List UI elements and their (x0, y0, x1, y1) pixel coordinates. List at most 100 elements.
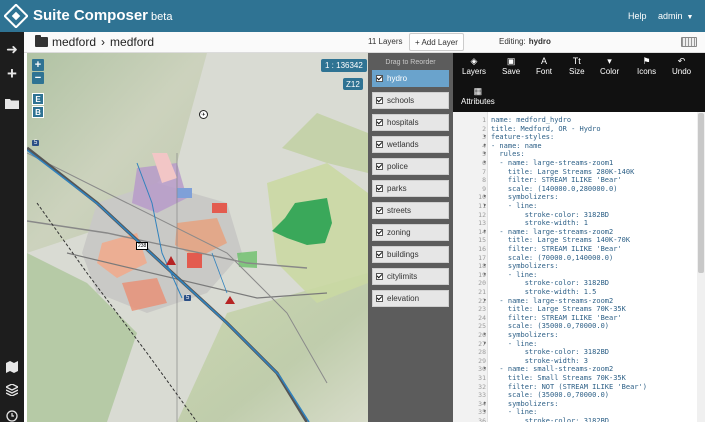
code-line[interactable]: 5 ▾ rules: (453, 150, 705, 159)
fold-toggle-icon[interactable]: ▾ (483, 133, 487, 142)
fold-toggle-icon[interactable]: ▾ (483, 142, 487, 151)
code-line[interactable]: 12 stroke-color: 3182BD (453, 211, 705, 220)
code-line[interactable]: 33 scale: (35000.0,70000.0) (453, 391, 705, 400)
folder-icon[interactable] (4, 95, 20, 111)
layer-item-citylimits[interactable]: citylimits (372, 268, 449, 285)
code-line[interactable]: 35 ▾ - line: (453, 408, 705, 417)
fold-toggle-icon[interactable]: ▾ (483, 408, 487, 417)
code-line[interactable]: 11 ▾ - line: (453, 202, 705, 211)
color-button[interactable]: ▾ Color (600, 57, 619, 77)
fold-toggle-icon[interactable]: ▾ (483, 228, 487, 237)
layer-item-zoning[interactable]: zoning (372, 224, 449, 241)
code-line[interactable]: 2 title: Medford, OR - Hydro (453, 125, 705, 134)
code-line[interactable]: 1 name: medford_hydro (453, 116, 705, 125)
code-line[interactable]: 7 title: Large Streams 280K-140K (453, 168, 705, 177)
fold-toggle-icon[interactable]: ▾ (483, 365, 487, 374)
code-line[interactable]: 29 stroke-width: 3 (453, 357, 705, 366)
checkbox[interactable] (376, 207, 383, 214)
checkbox[interactable] (376, 119, 383, 126)
keyboard-icon[interactable] (681, 37, 697, 47)
checkbox[interactable] (376, 163, 383, 170)
layer-item-streets[interactable]: streets (372, 202, 449, 219)
checkbox[interactable] (376, 97, 383, 104)
fold-toggle-icon[interactable]: ▾ (483, 150, 487, 159)
basemap-button[interactable]: B (32, 106, 44, 118)
checkbox[interactable] (376, 141, 383, 148)
code-line[interactable]: 14 ▾ - name: large-streams-zoom2 (453, 228, 705, 237)
checkbox[interactable] (376, 251, 383, 258)
code-line[interactable]: 31 title: Small Streams 70K-35K (453, 374, 705, 383)
editor-scrollbar[interactable] (697, 112, 705, 422)
code-line[interactable]: 17 scale: (70000.0,140000.0) (453, 254, 705, 263)
fold-toggle-icon[interactable]: ▾ (483, 340, 487, 349)
font-button[interactable]: A Font (536, 57, 552, 77)
code-line[interactable]: 30 ▾ - name: small-streams-zoom2 (453, 365, 705, 374)
layer-item-elevation[interactable]: elevation (372, 290, 449, 307)
breadcrumb-workspace[interactable]: medford (52, 35, 96, 49)
code-line[interactable]: 32 filter: NOT (STREAM ILIKE 'Bear') (453, 383, 705, 392)
suite-logo-icon[interactable] (4, 4, 28, 28)
fold-toggle-icon[interactable]: ▾ (483, 271, 487, 280)
fold-toggle-icon[interactable]: ▾ (483, 400, 487, 409)
zoom-out-button[interactable]: − (32, 72, 44, 84)
code-line[interactable]: 36 stroke-color: 3182BD (453, 417, 705, 422)
checkbox[interactable] (376, 273, 383, 280)
code-line[interactable]: 10 ▾ symbolizers: (453, 193, 705, 202)
checkbox[interactable] (376, 75, 383, 82)
code-line[interactable]: 16 filter: STREAM ILIKE 'Bear' (453, 245, 705, 254)
code-line[interactable]: 24 filter: STREAM ILIKE 'Bear' (453, 314, 705, 323)
code-line[interactable]: 20 stroke-color: 3182BD (453, 279, 705, 288)
code-line[interactable]: 23 title: Large Streams 70K-35K (453, 305, 705, 314)
code-line[interactable]: 3 ▾ feature-styles: (453, 133, 705, 142)
fold-toggle-icon[interactable]: ▾ (483, 331, 487, 340)
app-title[interactable]: Suite Composer beta (33, 7, 172, 24)
code-line[interactable]: 18 ▾ symbolizers: (453, 262, 705, 271)
layer-item-hospitals[interactable]: hospitals (372, 114, 449, 131)
size-button[interactable]: Tt Size (569, 57, 585, 77)
fold-toggle-icon[interactable]: ▾ (483, 262, 487, 271)
attributes-button[interactable]: ▦ Attributes (461, 87, 495, 107)
layer-item-parks[interactable]: parks (372, 180, 449, 197)
edit-mode-button[interactable]: E (32, 93, 44, 105)
save-button[interactable]: ▣ Save (502, 57, 520, 77)
add-layer-button[interactable]: + Add Layer (409, 33, 464, 51)
code-line[interactable]: 22 ▾ - name: large-streams-zoom2 (453, 297, 705, 306)
checkbox[interactable] (376, 229, 383, 236)
fold-toggle-icon[interactable]: ▾ (483, 193, 487, 202)
code-line[interactable]: 15 title: Large Streams 140K-70K (453, 236, 705, 245)
code-line[interactable]: 28 stroke-color: 3182BD (453, 348, 705, 357)
layers-button[interactable]: ◈ Layers (462, 57, 486, 77)
code-line[interactable]: 27 ▾ - line: (453, 340, 705, 349)
code-line[interactable]: 13 stroke-width: 1 (453, 219, 705, 228)
code-line[interactable]: 21 stroke-width: 1.5 (453, 288, 705, 297)
scrollbar-thumb[interactable] (698, 113, 704, 273)
plus-icon[interactable]: + (4, 65, 20, 82)
checkbox[interactable] (376, 295, 383, 302)
code-line[interactable]: 9 scale: (140000.0,280000.0) (453, 185, 705, 194)
fold-toggle-icon[interactable]: ▾ (483, 202, 487, 211)
undo-button[interactable]: ↶ Undo (672, 57, 691, 77)
code-line[interactable]: 25 scale: (35000.0,70000.0) (453, 322, 705, 331)
code-line[interactable]: 8 filter: STREAM ILIKE 'Bear' (453, 176, 705, 185)
code-line[interactable]: 34 ▾ symbolizers: (453, 400, 705, 409)
icons-button[interactable]: ⚑ Icons (637, 57, 656, 77)
arrow-right-circle-icon[interactable]: ➜ (4, 41, 20, 57)
stack-icon[interactable] (4, 382, 20, 398)
zoom-in-button[interactable]: + (32, 59, 44, 71)
breadcrumb-map[interactable]: medford (110, 35, 154, 49)
layer-item-schools[interactable]: schools (372, 92, 449, 109)
code-line[interactable]: 26 ▾ symbolizers: (453, 331, 705, 340)
layer-item-police[interactable]: police (372, 158, 449, 175)
map-view[interactable]: + − E B 1 : 136342 Z12 ✈ 5 238 5 (27, 53, 368, 422)
ysld-code-editor[interactable]: 1 name: medford_hydro 2 title: Medford, OR … (453, 112, 705, 422)
code-line[interactable]: 19 ▾ - line: (453, 271, 705, 280)
layer-item-hydro[interactable]: hydro (372, 70, 449, 87)
help-link[interactable]: Help (628, 11, 647, 21)
user-menu[interactable]: admin ▼ (658, 11, 693, 21)
map-icon[interactable] (4, 359, 20, 375)
layer-item-wetlands[interactable]: wetlands (372, 136, 449, 153)
fold-toggle-icon[interactable]: ▾ (483, 297, 487, 306)
fold-toggle-icon[interactable]: ▾ (483, 159, 487, 168)
layer-item-buildings[interactable]: buildings (372, 246, 449, 263)
code-line[interactable]: 6 ▾ - name: large-streams-zoom1 (453, 159, 705, 168)
